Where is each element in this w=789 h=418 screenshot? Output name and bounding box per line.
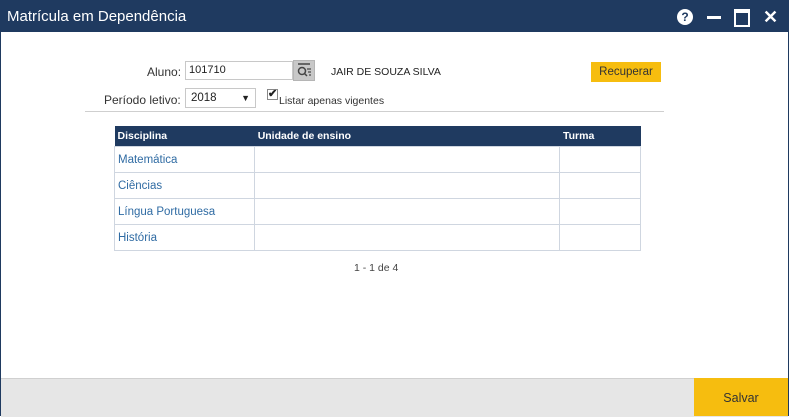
table-row[interactable]: Ciências (113, 172, 641, 199)
minimize-icon (707, 16, 721, 19)
checkmark-icon: ✔ (268, 88, 278, 100)
table-header-row: Disciplina Unidade de ensino Turma (114, 126, 641, 147)
cell-turma (559, 146, 641, 173)
listar-vigentes-label[interactable]: Listar apenas vigentes (279, 95, 384, 107)
salvar-button[interactable]: Salvar (694, 378, 788, 416)
help-icon: ? (677, 9, 693, 25)
maximize-icon (734, 9, 750, 27)
form-divider (85, 111, 664, 112)
periodo-label: Período letivo: (104, 93, 181, 107)
column-header-turma[interactable]: Turma (559, 126, 641, 147)
cell-disciplina[interactable]: Ciências (113, 172, 256, 199)
chevron-down-icon: ▼ (241, 93, 250, 103)
minimize-button[interactable] (705, 7, 725, 27)
window-title: Matrícula em Dependência (7, 8, 187, 25)
cell-turma (559, 224, 641, 251)
column-header-unidade[interactable]: Unidade de ensino (254, 126, 560, 147)
cell-disciplina[interactable]: História (113, 224, 256, 251)
cell-unidade (254, 146, 561, 173)
maximize-button[interactable] (732, 7, 752, 27)
cell-disciplina[interactable]: Língua Portuguesa (113, 198, 256, 225)
title-bar[interactable]: Matrícula em Dependência ? ✕ (1, 1, 788, 32)
column-header-disciplina[interactable]: Disciplina (114, 126, 255, 147)
cell-disciplina[interactable]: Matemática (113, 146, 256, 173)
cell-turma (559, 198, 641, 225)
close-icon: ✕ (763, 7, 779, 27)
dialog-window: Matrícula em Dependência ? ✕ Aluno: 1017… (0, 0, 789, 417)
disciplinas-table: Disciplina Unidade de ensino Turma Matem… (113, 126, 641, 251)
pagination-info: 1 - 1 de 4 (354, 262, 399, 274)
aluno-label: Aluno: (147, 65, 182, 79)
aluno-input[interactable]: 101710 (185, 61, 293, 80)
cell-unidade (254, 172, 561, 199)
periodo-selected-value: 2018 (191, 92, 217, 104)
table-row[interactable]: Matemática (113, 146, 641, 173)
footer-bar (1, 378, 788, 417)
cell-unidade (254, 224, 561, 251)
cell-turma (559, 172, 641, 199)
table-row[interactable]: História (113, 224, 641, 251)
listar-vigentes-checkbox[interactable]: ✔ (267, 88, 278, 100)
periodo-select[interactable]: 2018 ▼ (185, 88, 256, 108)
aluno-lookup-button[interactable] (293, 60, 315, 81)
close-button[interactable]: ✕ (760, 7, 780, 27)
search-icon (297, 63, 311, 77)
recuperar-button[interactable]: Recuperar (591, 62, 661, 82)
cell-unidade (254, 198, 561, 225)
help-button[interactable]: ? (675, 7, 695, 27)
table-row[interactable]: Língua Portuguesa (113, 198, 641, 225)
student-name: JAIR DE SOUZA SILVA (331, 66, 441, 78)
